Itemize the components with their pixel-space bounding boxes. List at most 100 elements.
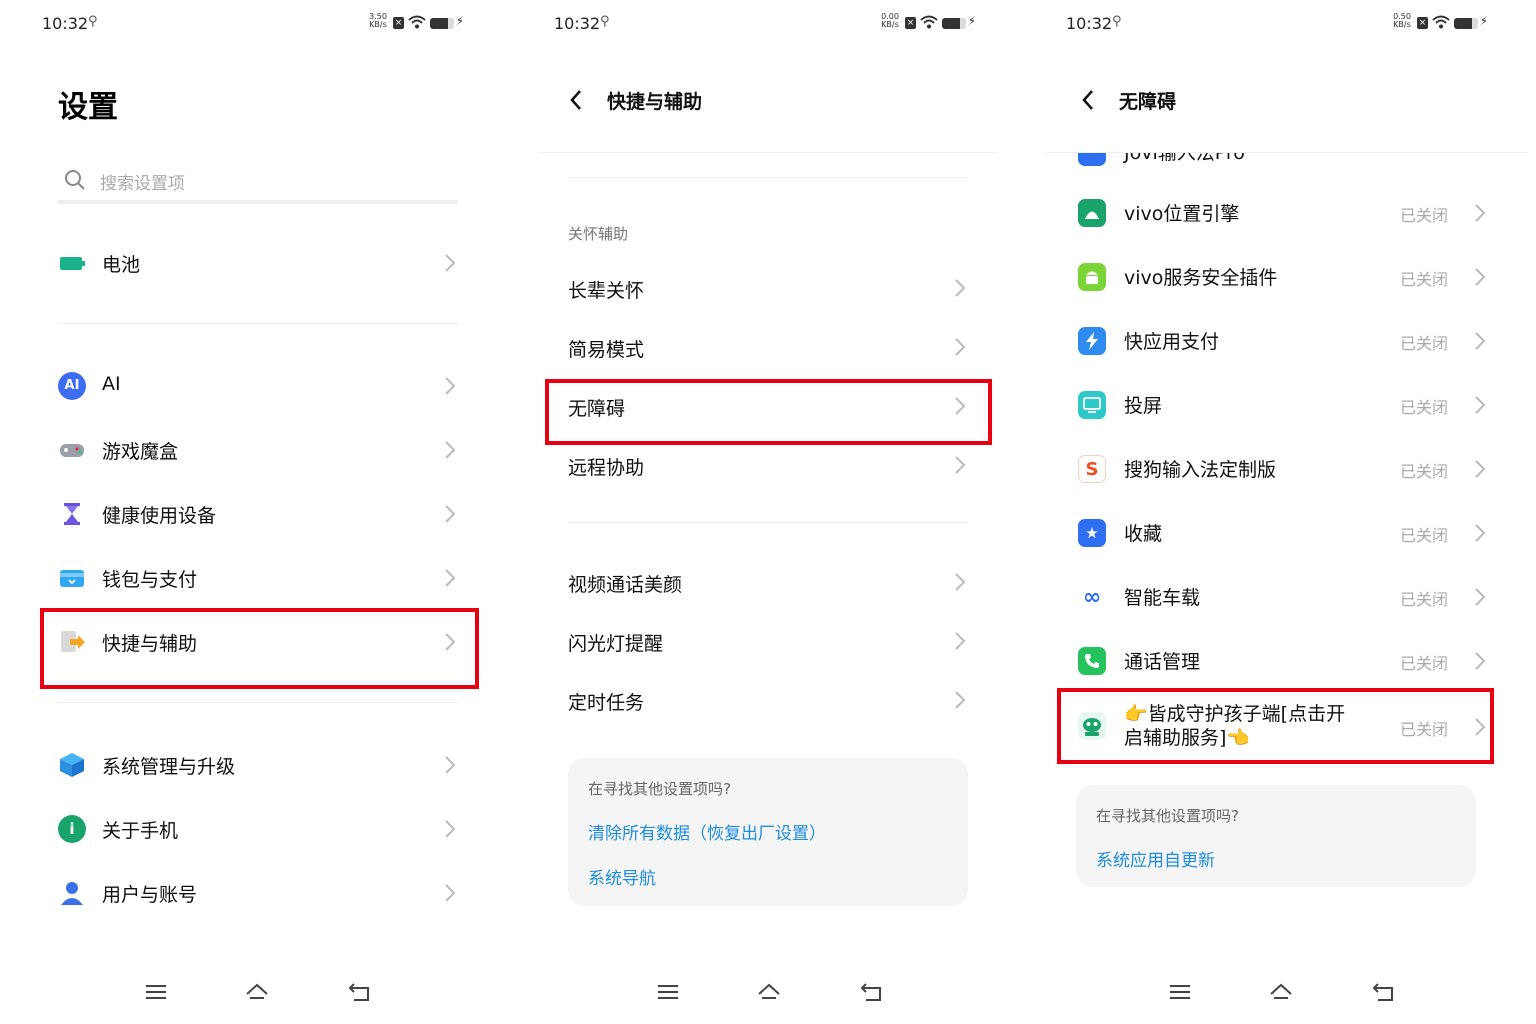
gamepad-icon [58, 436, 86, 464]
status-bar: 10:32 ⚲ 3.50 KB/s × ⚡ [0, 0, 512, 48]
chevron-right-icon [955, 338, 966, 356]
settings-item-wallet[interactable]: 钱包与支付 [58, 554, 458, 602]
section-label: 关怀辅助 [568, 225, 629, 243]
app-item-favorites[interactable]: ★ 收藏 已关闭 [1076, 505, 1486, 561]
back-gesture-icon[interactable] [348, 980, 372, 1004]
battery-indicator [1454, 18, 1478, 29]
settings-item-label: 用户与账号 [102, 884, 198, 906]
settings-item-about[interactable]: i 关于手机 [58, 805, 458, 853]
menu-icon[interactable] [1168, 980, 1192, 1004]
status-time: 10:32 [554, 14, 601, 33]
infinity-icon: ∞ [1078, 583, 1106, 611]
back-gesture-icon[interactable] [860, 980, 884, 1004]
app-item-smart-car[interactable]: ∞ 智能车载 已关闭 [1076, 569, 1486, 625]
navigation-bar [1024, 974, 1536, 1010]
back-arrow-icon[interactable] [1080, 88, 1096, 112]
system-icon [58, 751, 86, 779]
chevron-right-icon [1475, 268, 1486, 286]
chevron-right-icon [1475, 524, 1486, 542]
app-item-state: 已关闭 [1399, 270, 1448, 289]
info-icon: i [58, 815, 86, 843]
no-sim-icon: × [1417, 17, 1428, 29]
chevron-right-icon [955, 632, 966, 650]
menu-item-label: 长辈关怀 [568, 280, 645, 302]
wifi-icon [408, 15, 426, 29]
android-icon [1078, 199, 1106, 227]
settings-item-health[interactable]: 健康使用设备 [58, 490, 458, 538]
back-gesture-icon[interactable] [1372, 980, 1396, 1004]
app-item-state: 已关闭 [1399, 398, 1448, 417]
menu-item-label: 定时任务 [568, 692, 645, 714]
link-factory-reset[interactable]: 清除所有数据（恢复出厂设置） [588, 819, 826, 844]
menu-item-simple-mode[interactable]: 简易模式 [568, 323, 968, 373]
chevron-right-icon [445, 820, 456, 838]
settings-item-account[interactable]: 用户与账号 [58, 869, 458, 917]
app-item-label: 收藏 [1124, 523, 1163, 545]
menu-icon[interactable] [144, 980, 168, 1004]
divider [58, 323, 458, 324]
back-arrow-icon[interactable] [568, 88, 584, 112]
status-bar: 10:32 ⚲ 0.50 KB/s × ⚡ [1024, 0, 1536, 48]
usb-icon: ⚲ [88, 14, 98, 29]
chevron-right-icon [955, 691, 966, 709]
app-item-label: 通话管理 [1124, 651, 1201, 673]
header-divider [538, 152, 998, 153]
android-icon [1078, 263, 1106, 291]
chevron-right-icon [1475, 396, 1486, 414]
home-icon[interactable] [757, 980, 781, 1004]
suggestion-card: 在寻找其他设置项吗? 清除所有数据（恢复出厂设置） 系统导航 [568, 758, 968, 906]
chevron-right-icon [445, 569, 456, 587]
settings-item-game[interactable]: 游戏魔盒 [58, 426, 458, 474]
settings-item-ai[interactable]: AI AI [58, 362, 458, 410]
chevron-right-icon [955, 573, 966, 591]
app-item-state: 已关闭 [1399, 654, 1448, 673]
app-item-call-management[interactable]: 通话管理 已关闭 [1076, 633, 1486, 689]
wallet-icon [58, 564, 86, 592]
menu-item-label: 闪光灯提醒 [568, 633, 664, 655]
settings-item-battery[interactable]: 电池 [58, 239, 458, 287]
star-icon: ★ [1078, 519, 1106, 547]
divider [58, 702, 458, 703]
menu-item-label: 视频通话美颜 [568, 574, 683, 596]
header: 无障碍 [1024, 64, 1536, 152]
app-item-quick-app-pay[interactable]: 快应用支付 已关闭 [1076, 313, 1486, 369]
app-item-label: vivo位置引擎 [1124, 203, 1240, 225]
chevron-right-icon [955, 279, 966, 297]
search-input[interactable]: 搜索设置项 [58, 156, 458, 204]
settings-item-system[interactable]: 系统管理与升级 [58, 741, 458, 789]
settings-item-label: 钱包与支付 [102, 569, 198, 591]
app-item-vivo-security-plugin[interactable]: vivo服务安全插件 已关闭 [1076, 249, 1486, 305]
chevron-right-icon [445, 884, 456, 902]
no-sim-icon: × [905, 17, 916, 29]
menu-item-label: 远程协助 [568, 457, 645, 479]
menu-item-elder-care[interactable]: 长辈关怀 [568, 264, 968, 314]
app-item-state: 已关闭 [1399, 526, 1448, 545]
navigation-bar [0, 974, 512, 1010]
phone-icon [1078, 647, 1106, 675]
chevron-right-icon [955, 456, 966, 474]
page-title: 设置 [58, 90, 118, 125]
settings-item-label: 系统管理与升级 [102, 756, 236, 778]
home-icon[interactable] [1269, 980, 1293, 1004]
settings-item-label: AI [102, 373, 121, 395]
home-icon[interactable] [245, 980, 269, 1004]
app-item-sogou-ime[interactable]: S 搜狗输入法定制版 已关闭 [1076, 441, 1486, 497]
app-item-label: vivo服务安全插件 [1124, 267, 1278, 289]
app-item-vivo-location[interactable]: vivo位置引擎 已关闭 [1076, 185, 1486, 241]
link-system-app-update[interactable]: 系统应用自更新 [1096, 846, 1215, 871]
menu-item-video-beauty[interactable]: 视频通话美颜 [568, 558, 968, 608]
suggestion-card: 在寻找其他设置项吗? 系统应用自更新 [1076, 785, 1476, 887]
app-item-label: 搜狗输入法定制版 [1124, 459, 1277, 481]
link-system-navigation[interactable]: 系统导航 [588, 864, 656, 889]
menu-item-scheduled-task[interactable]: 定时任务 [568, 676, 968, 726]
menu-item-flash-alert[interactable]: 闪光灯提醒 [568, 617, 968, 667]
navigation-bar [512, 974, 1024, 1010]
status-time: 10:32 [42, 14, 89, 33]
app-item-label: 智能车载 [1124, 587, 1201, 609]
highlight-box [40, 608, 479, 689]
accessibility-screen: 10:32 ⚲ 0.50 KB/s × ⚡ 无障碍 Jovi输入法Pro vivo… [1024, 0, 1536, 1024]
settings-item-label: 游戏魔盒 [102, 441, 179, 463]
menu-item-remote-assist[interactable]: 远程协助 [568, 441, 968, 491]
menu-icon[interactable] [656, 980, 680, 1004]
app-item-screen-cast[interactable]: 投屏 已关闭 [1076, 377, 1486, 433]
